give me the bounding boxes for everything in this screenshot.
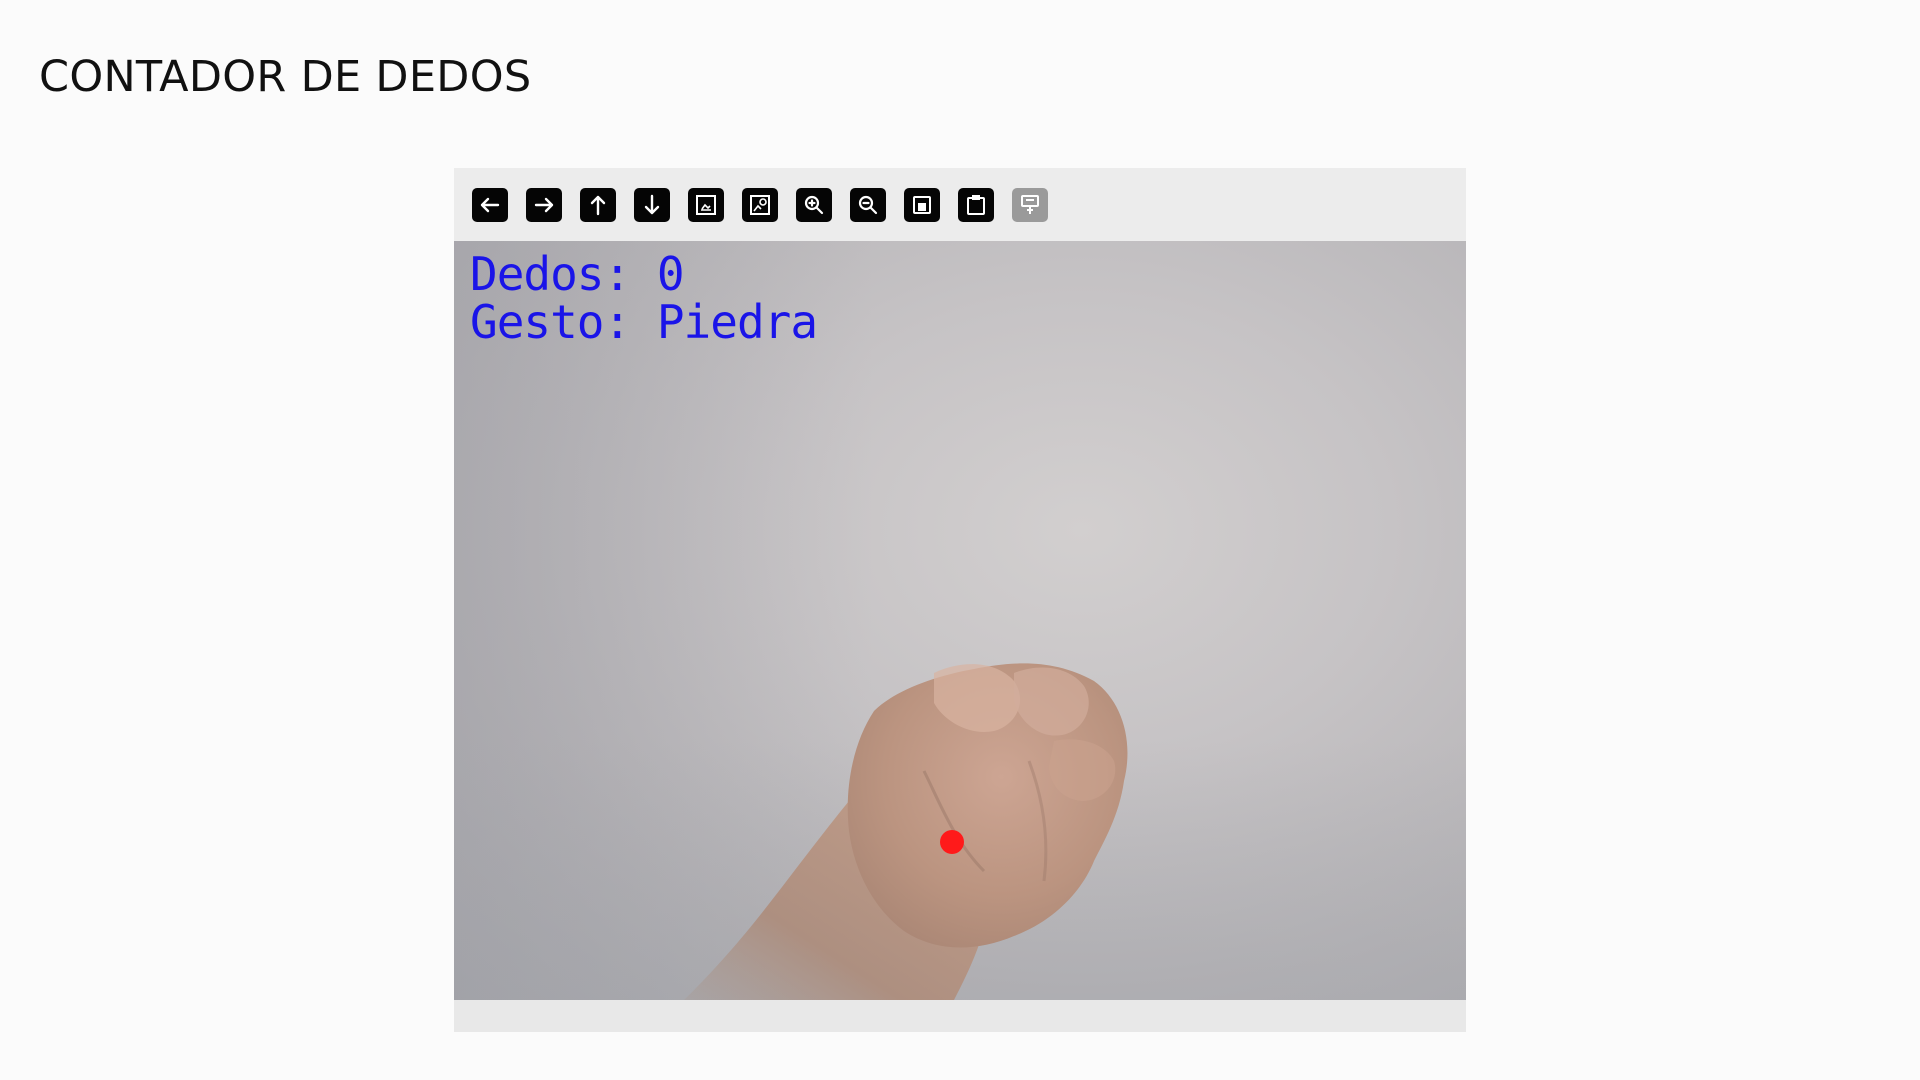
- zoom-in-button[interactable]: [796, 188, 832, 222]
- viewer-toolbar: [454, 168, 1466, 240]
- zoom-in-icon: [804, 195, 824, 215]
- image-icon: [696, 195, 716, 215]
- arrow-left-icon: [480, 197, 500, 213]
- image-viewer-window: Dedos: 0 Gesto: Piedra: [454, 168, 1466, 1032]
- zoom-out-button[interactable]: [850, 188, 886, 222]
- arrow-down-icon: [644, 194, 660, 215]
- camera-frame: Dedos: 0 Gesto: Piedra: [454, 241, 1466, 1000]
- page-title: CONTADOR DE DEDOS: [39, 52, 532, 102]
- hand-fist-image: [684, 663, 1128, 1000]
- hand-center-marker: [940, 830, 964, 854]
- pan-down-button[interactable]: [634, 188, 670, 222]
- finger-count-text: Dedos: 0: [470, 247, 685, 301]
- arrow-right-icon: [534, 197, 554, 213]
- save-icon: [913, 196, 931, 214]
- copy-to-clipboard-button[interactable]: [958, 188, 994, 222]
- properties-button[interactable]: [1012, 188, 1048, 222]
- zoom-out-icon: [858, 195, 878, 215]
- save-button[interactable]: [904, 188, 940, 222]
- pan-right-button[interactable]: [526, 188, 562, 222]
- clipboard-icon: [967, 195, 985, 215]
- properties-icon: [1021, 195, 1039, 214]
- image-properties-button[interactable]: [742, 188, 778, 222]
- pan-up-button[interactable]: [580, 188, 616, 222]
- arrow-up-icon: [590, 195, 606, 216]
- viewer-status-bar: [454, 1000, 1466, 1032]
- zoom-fit-button[interactable]: [688, 188, 724, 222]
- pan-left-button[interactable]: [472, 188, 508, 222]
- image-properties-icon: [750, 195, 770, 215]
- gesture-text: Gesto: Piedra: [470, 295, 818, 349]
